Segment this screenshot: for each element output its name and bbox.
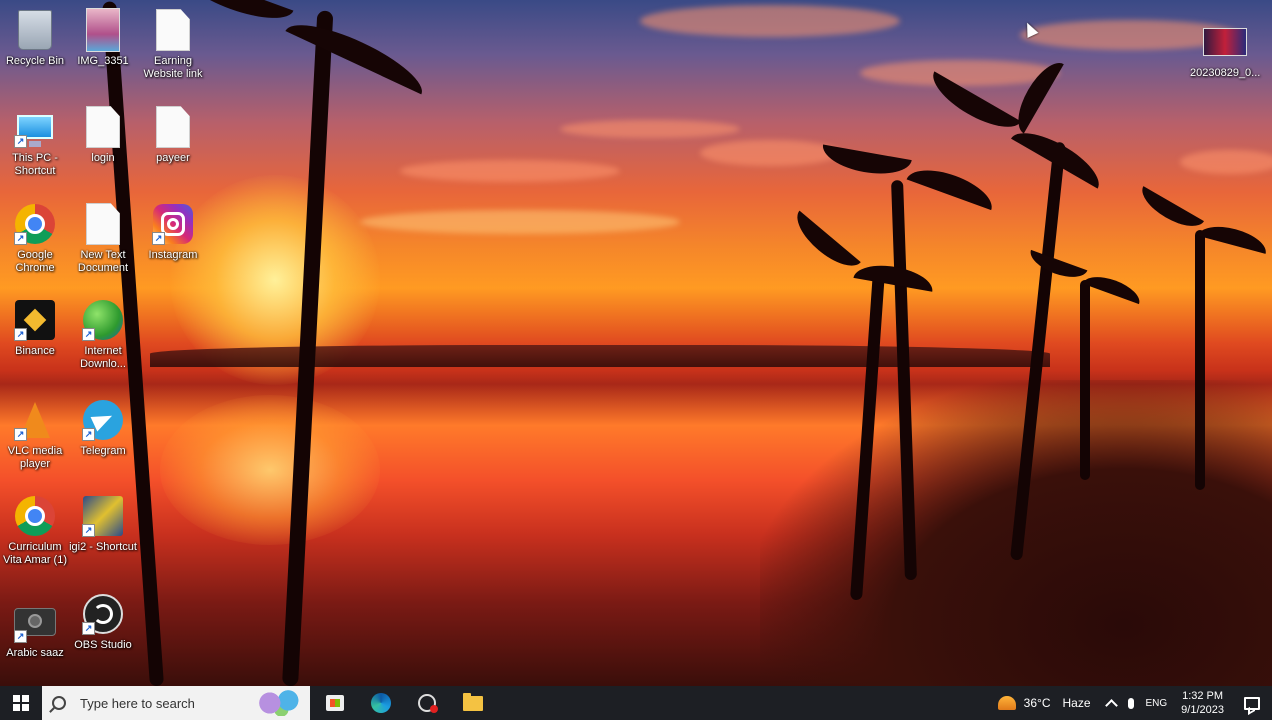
haze-weather-icon (997, 696, 1016, 710)
desktop-icon-curriculum-vita[interactable]: Curriculum Vita Amar (1) (0, 494, 70, 567)
taskbar-recording-app[interactable] (404, 686, 450, 720)
desktop-icon-login[interactable]: login (68, 105, 138, 165)
desktop-icon-vlc[interactable]: ↗ VLC media player (0, 398, 70, 471)
shortcut-arrow-icon: ↗ (14, 630, 27, 643)
taskbar-microsoft-store[interactable] (312, 686, 358, 720)
shortcut-arrow-icon: ↗ (152, 232, 165, 245)
desktop-icon-label: Instagram (148, 249, 198, 261)
show-hidden-icons-button[interactable] (1101, 697, 1122, 712)
desktop-icon-video-file[interactable]: 20230829_0... (1190, 20, 1260, 80)
start-button[interactable] (0, 686, 42, 720)
windows-logo-icon (13, 695, 29, 711)
notification-icon (1244, 696, 1260, 710)
edge-icon (371, 693, 391, 713)
shortcut-arrow-icon: ↗ (14, 428, 27, 441)
chrome-icon (15, 496, 55, 536)
store-icon (326, 695, 344, 711)
desktop-icon-label: Google Chrome (15, 249, 55, 274)
desktop-icon-telegram[interactable]: ↗ Telegram (68, 398, 138, 458)
desktop-icon-label: VLC media player (7, 445, 63, 470)
desktop-icon-label: Telegram (80, 445, 126, 457)
input-language[interactable]: ENG (1140, 698, 1174, 709)
shortcut-arrow-icon: ↗ (82, 428, 95, 441)
desktop-icon-instagram[interactable]: ↗ Instagram (138, 202, 208, 262)
desktop-icon-label: New Text Document (77, 249, 129, 274)
weather-temperature: 36°C (1023, 696, 1051, 710)
desktop-icon-new-text-document[interactable]: New Text Document (68, 202, 138, 275)
taskbar: 36°C Haze ENG 1:32 PM 9/1/2023 (0, 686, 1272, 720)
shortcut-arrow-icon: ↗ (14, 328, 27, 341)
desktop-icon-label: Recycle Bin (5, 55, 65, 67)
clock-date: 9/1/2023 (1181, 704, 1224, 716)
desktop-icon-arabic-saaz[interactable]: ↗ Arabic saaz (0, 600, 70, 660)
language-label: ENG (1145, 697, 1168, 709)
taskbar-clock[interactable]: 1:32 PM 9/1/2023 (1173, 689, 1232, 717)
desktop-icon-label: Binance (15, 345, 55, 357)
desktop-icon-img-3351[interactable]: IMG_3351 (68, 8, 138, 68)
weather-condition: Haze (1062, 696, 1091, 710)
desktop-icon-this-pc[interactable]: ↗ This PC - Shortcut (0, 105, 70, 178)
text-file-icon (86, 203, 120, 245)
system-tray: 36°C Haze ENG 1:32 PM 9/1/2023 (997, 686, 1272, 720)
shortcut-arrow-icon: ↗ (14, 135, 27, 148)
desktop-icon-recycle-bin[interactable]: Recycle Bin (0, 8, 70, 68)
desktop-icon-label: payeer (156, 152, 190, 164)
chevron-up-icon (1104, 698, 1118, 712)
desktop-icon-payeer[interactable]: payeer (138, 105, 208, 165)
weather-widget[interactable]: 36°C Haze (997, 696, 1091, 710)
taskbar-edge[interactable] (358, 686, 404, 720)
desktop-icon-igi2[interactable]: ↗ igi2 - Shortcut (68, 494, 138, 554)
desktop-icon-binance[interactable]: ↗ Binance (0, 298, 70, 358)
microphone-icon (1127, 697, 1134, 709)
video-thumbnail-icon (1203, 28, 1247, 56)
desktop-icon-obs-studio[interactable]: ↗ OBS Studio (68, 592, 138, 652)
text-file-icon (86, 106, 120, 148)
shortcut-arrow-icon: ↗ (82, 328, 95, 341)
desktop-icon-label: Internet Downlo... (80, 345, 126, 370)
text-file-icon (156, 9, 190, 51)
desktop-icon-internet-download-manager[interactable]: ↗ Internet Downlo... (68, 298, 138, 371)
recorder-icon (418, 694, 438, 713)
taskbar-file-explorer[interactable] (450, 686, 496, 720)
search-highlight-icon[interactable] (256, 690, 302, 716)
desktop-icon-label: Curriculum Vita Amar (1) (3, 541, 67, 566)
notification-center-button[interactable] (1232, 686, 1272, 720)
microphone-tray-button[interactable] (1122, 697, 1140, 709)
shortcut-arrow-icon: ↗ (14, 232, 27, 245)
desktop-icon-label: OBS Studio (74, 639, 132, 651)
desktop-icon-label: IMG_3351 (77, 55, 129, 67)
shortcut-arrow-icon: ↗ (82, 524, 95, 537)
text-file-icon (156, 106, 190, 148)
shortcut-arrow-icon: ↗ (82, 622, 95, 635)
search-icon (52, 696, 66, 710)
folder-icon (463, 692, 483, 711)
desktop-icon-label: login (91, 152, 115, 164)
taskbar-search-box[interactable] (42, 686, 310, 720)
search-input[interactable] (78, 694, 262, 712)
desktop-icon-label: igi2 - Shortcut (69, 541, 137, 553)
desktop-icon-google-chrome[interactable]: ↗ Google Chrome (0, 202, 70, 275)
desktop-icon-earning-website-link[interactable]: Earning Website link (138, 8, 208, 81)
desktop-icon-label: Earning Website link (143, 55, 203, 80)
desktop-wallpaper (0, 0, 1272, 686)
desktop-icon-label: Arabic saaz (6, 647, 64, 659)
desktop-icon-label: 20230829_0... (1190, 67, 1261, 79)
image-file-icon (86, 8, 120, 52)
desktop-icon-label: This PC - Shortcut (12, 152, 58, 177)
recycle-bin-icon (18, 10, 52, 50)
clock-time: 1:32 PM (1182, 690, 1224, 702)
